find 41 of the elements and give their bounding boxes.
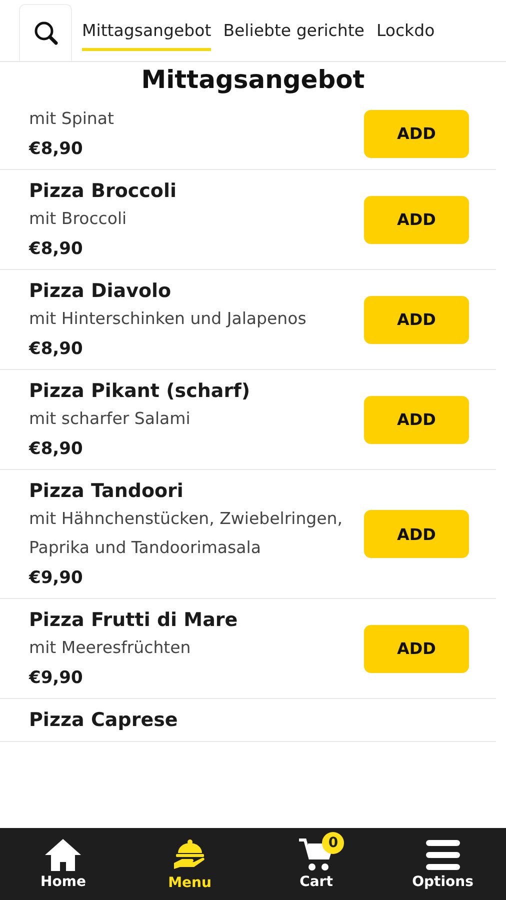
nav-label: Menu: [168, 875, 212, 891]
nav-label: Options: [412, 874, 474, 890]
category-tab[interactable]: Lockdo: [376, 21, 435, 51]
add-button[interactable]: ADD: [364, 296, 469, 344]
dish-description: mit Hinterschinken und Jalapenos: [29, 308, 306, 330]
dish-description: mit Broccoli: [29, 208, 128, 230]
search-icon: [32, 20, 58, 46]
search-button[interactable]: [19, 4, 72, 61]
add-button[interactable]: ADD: [364, 110, 469, 158]
dish-name: Pizza Caprese: [29, 709, 178, 731]
menu-icon: [424, 838, 461, 872]
add-button[interactable]: ADD: [364, 624, 469, 672]
dish-price: €8,90: [29, 439, 84, 459]
cart-count-badge: 0: [322, 832, 344, 854]
dish-price: €9,90: [29, 568, 84, 588]
dish-price: €8,90: [29, 339, 84, 359]
add-button[interactable]: ADD: [364, 396, 469, 444]
nav-item[interactable]: Home: [13, 828, 114, 900]
nav-label: Cart: [300, 874, 333, 890]
nav-item[interactable]: 0 Cart: [266, 828, 366, 900]
category-tab[interactable]: Mittagsangebot: [82, 21, 212, 51]
dish-name: Pizza Tandoori: [29, 480, 184, 502]
dish-name: Pizza Pikant (scharf): [29, 380, 250, 402]
add-button[interactable]: ADD: [364, 196, 469, 244]
dish-description: mit Meeresfrüchten: [29, 637, 192, 659]
home-icon: [44, 838, 82, 872]
nav-item[interactable]: Options: [392, 828, 493, 900]
nav-item[interactable]: Menu: [140, 828, 240, 900]
dish-price: €9,90: [29, 668, 84, 688]
dish-price: €8,90: [29, 139, 84, 159]
dish-name: Pizza Diavolo: [29, 280, 172, 302]
nav-label: Home: [40, 874, 86, 890]
dish-description: mit scharfer Salami: [29, 408, 192, 430]
dish-description: mit Hähnchenstücken, Zwiebelringen, Paprika und Tandoorimasala: [29, 508, 344, 559]
dish-name: Pizza Frutti di Mare: [29, 609, 238, 631]
dish-name: Pizza Broccoli: [29, 180, 177, 202]
dish-description: mit Spinat: [29, 108, 114, 130]
section-title: Mittagsangebot: [140, 64, 366, 96]
dish-price: €8,90: [29, 239, 84, 259]
add-button[interactable]: ADD: [364, 510, 469, 558]
category-tab[interactable]: Beliebte gerichte: [223, 21, 364, 51]
